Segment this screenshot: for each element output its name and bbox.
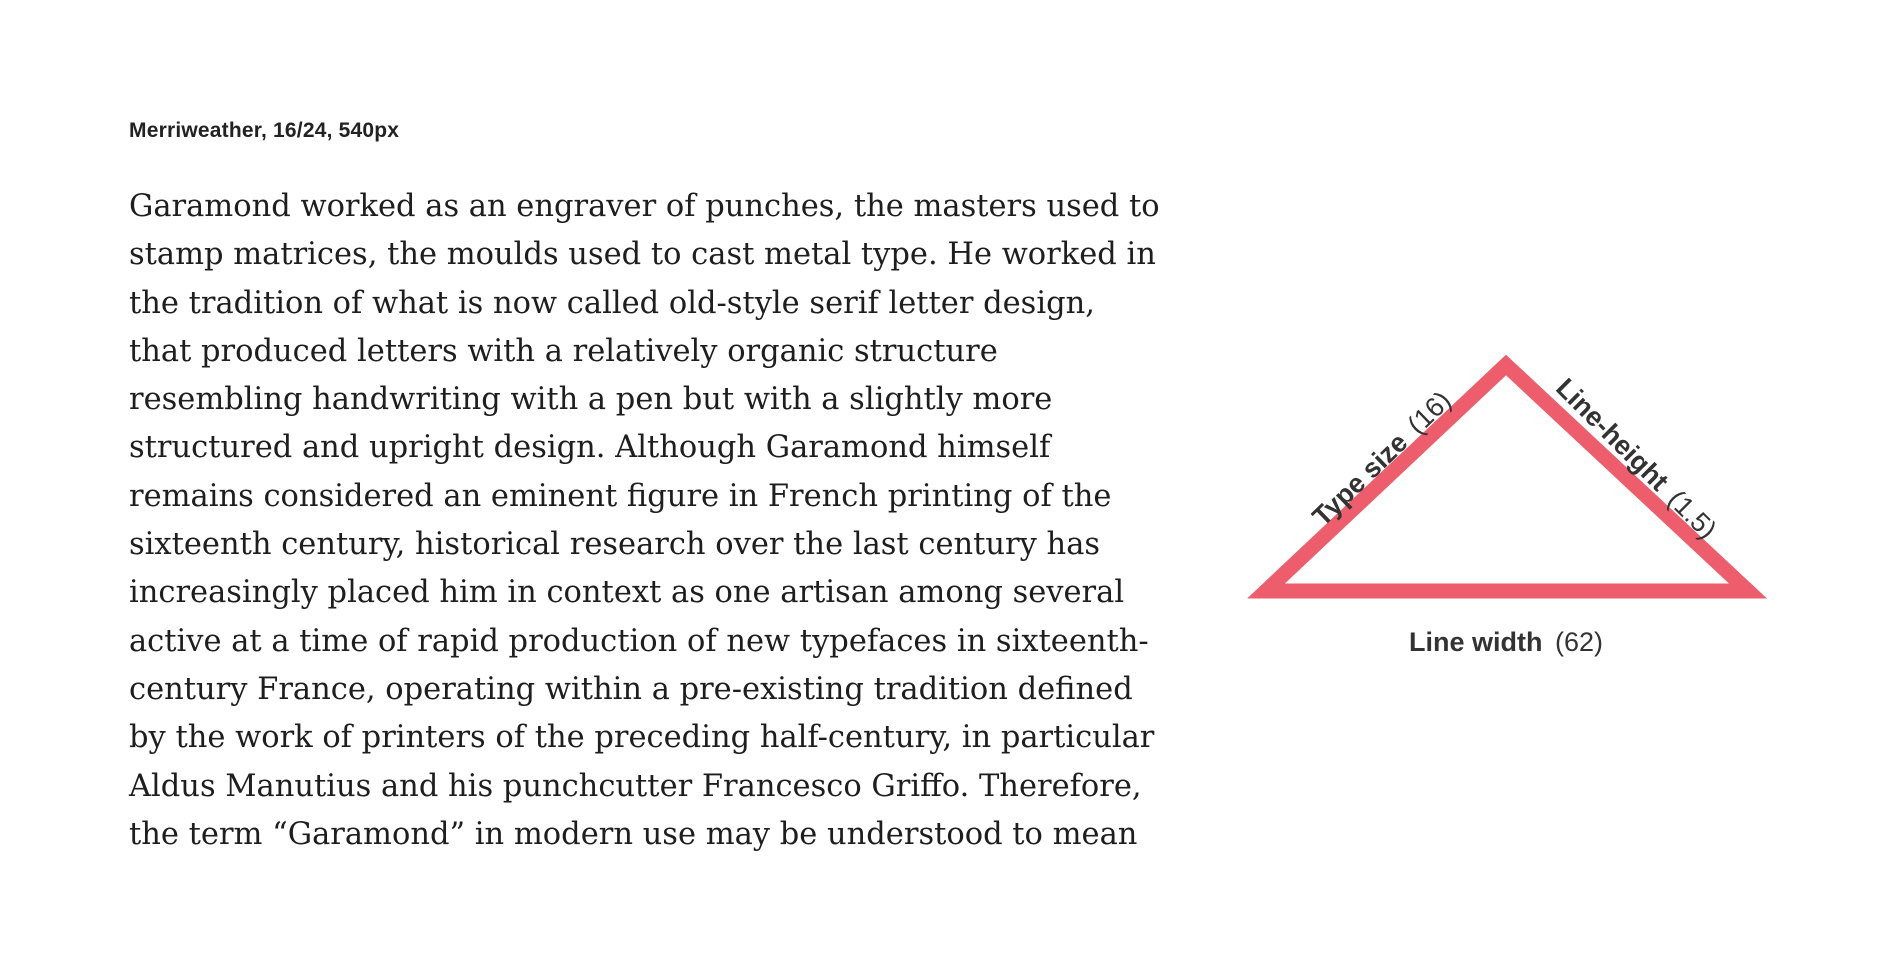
sample-line: the term “Garamond” in modern use may be… <box>129 816 1138 852</box>
sample-line: resembling handwriting with a pen but wi… <box>129 382 1053 418</box>
line-width-value: (62) <box>1555 627 1603 657</box>
type-size-label: Type size <box>1307 427 1414 532</box>
sample-line: sixteenth century, historical research o… <box>129 527 1101 563</box>
line-height-label: Line-height <box>1550 373 1674 497</box>
sample-line: increasingly placed him in context as on… <box>129 575 1125 611</box>
svg-text:Type size (16): Type size (16) <box>1307 385 1457 532</box>
sample-line: stamp matrices, the moulds used to cast … <box>129 237 1156 273</box>
type-size-value: (16) <box>1402 385 1457 440</box>
sample-line: structured and upright design. Although … <box>129 430 1051 466</box>
right-side-label: Line-height (1.5) <box>1550 373 1722 545</box>
sample-line: by the work of printers of the preceding… <box>129 720 1155 756</box>
line-height-value: (1.5) <box>1662 484 1722 544</box>
sample-line: active at a time of rapid production of … <box>129 623 1149 659</box>
typography-triangle-diagram: Type size (16) Line-height (1.5) Line wi… <box>1240 330 1780 670</box>
sample-line: century France, operating within a pre-e… <box>129 671 1133 707</box>
triangle-svg: Type size (16) Line-height (1.5) Line wi… <box>1247 354 1768 657</box>
sample-line: remains considered an eminent figure in … <box>129 478 1112 514</box>
spec-label: Merriweather, 16/24, 540px <box>129 119 400 142</box>
sample-paragraph: Garamond worked as an engraver of punche… <box>129 183 1219 859</box>
sample-line: the tradition of what is now called old-… <box>129 285 1095 321</box>
sample-line: Garamond worked as an engraver of punche… <box>129 189 1160 224</box>
svg-text:Line-height (1.5): Line-height (1.5) <box>1550 373 1722 545</box>
line-width-label: Line width <box>1409 627 1542 657</box>
sample-line: that produced letters with a relatively … <box>129 333 998 369</box>
left-side-label: Type size (16) <box>1307 385 1457 532</box>
sample-line: Aldus Manutius and his punchcutter Franc… <box>129 768 1142 804</box>
base-label: Line width (62) <box>1409 627 1603 657</box>
